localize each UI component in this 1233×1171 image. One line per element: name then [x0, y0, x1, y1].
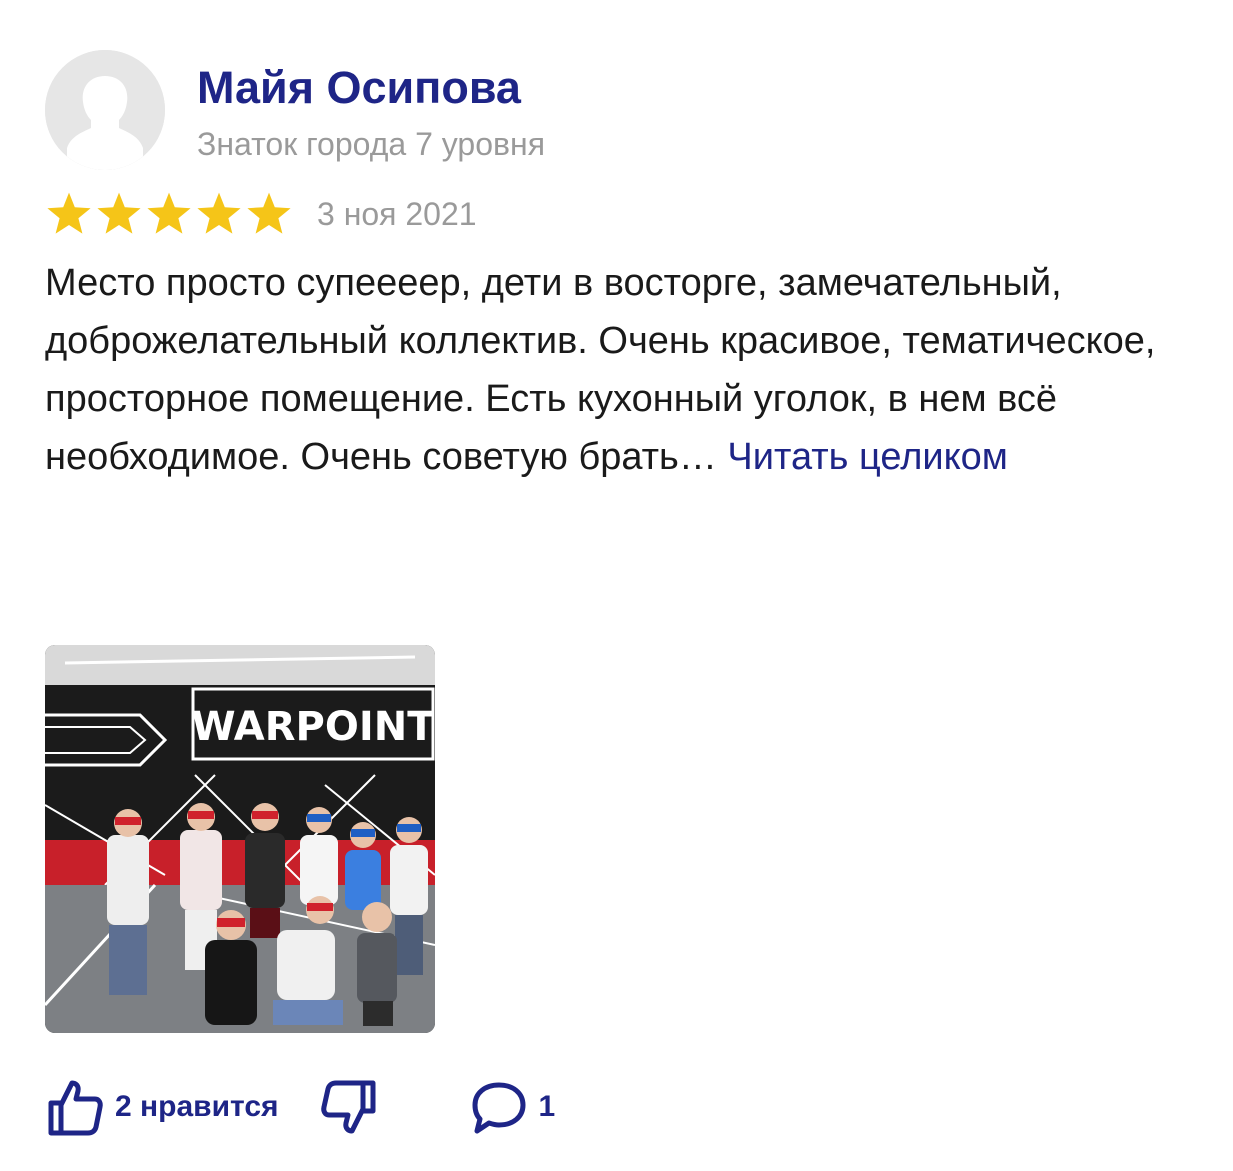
- author-name[interactable]: Майя Осипова: [197, 62, 521, 114]
- review-photo[interactable]: WARPOINT: [45, 645, 435, 1033]
- like-button[interactable]: 2 нравится: [45, 1077, 279, 1137]
- comment-count: 1: [538, 1090, 556, 1123]
- star-icon: [45, 191, 93, 237]
- user-silhouette-icon: [45, 50, 165, 170]
- thumbs-up-icon: [48, 1080, 103, 1136]
- dislike-button[interactable]: [319, 1077, 379, 1137]
- rating-row: 3 ноя 2021: [45, 188, 477, 240]
- author-level: Знаток города 7 уровня: [197, 126, 546, 162]
- like-count: 2 нравится: [115, 1090, 279, 1123]
- read-more-link[interactable]: Читать целиком: [727, 436, 1008, 478]
- star-icon: [95, 191, 143, 237]
- thumbs-down-icon: [320, 1080, 376, 1134]
- author-avatar[interactable]: [45, 50, 165, 170]
- photo-sign-text: WARPOINT: [191, 704, 435, 750]
- star-icon: [245, 191, 293, 237]
- star-icon: [195, 191, 243, 237]
- review-photo-image: WARPOINT: [45, 645, 435, 1033]
- rating-stars: [45, 191, 293, 237]
- review-actions: 2 нравится 1: [45, 1076, 555, 1138]
- star-icon: [145, 191, 193, 237]
- comment-bubble-icon: [472, 1082, 526, 1134]
- comments-button[interactable]: 1: [469, 1077, 556, 1137]
- review-text: Место просто супеееер, дети в восторге, …: [45, 254, 1205, 486]
- review-date: 3 ноя 2021: [317, 196, 477, 232]
